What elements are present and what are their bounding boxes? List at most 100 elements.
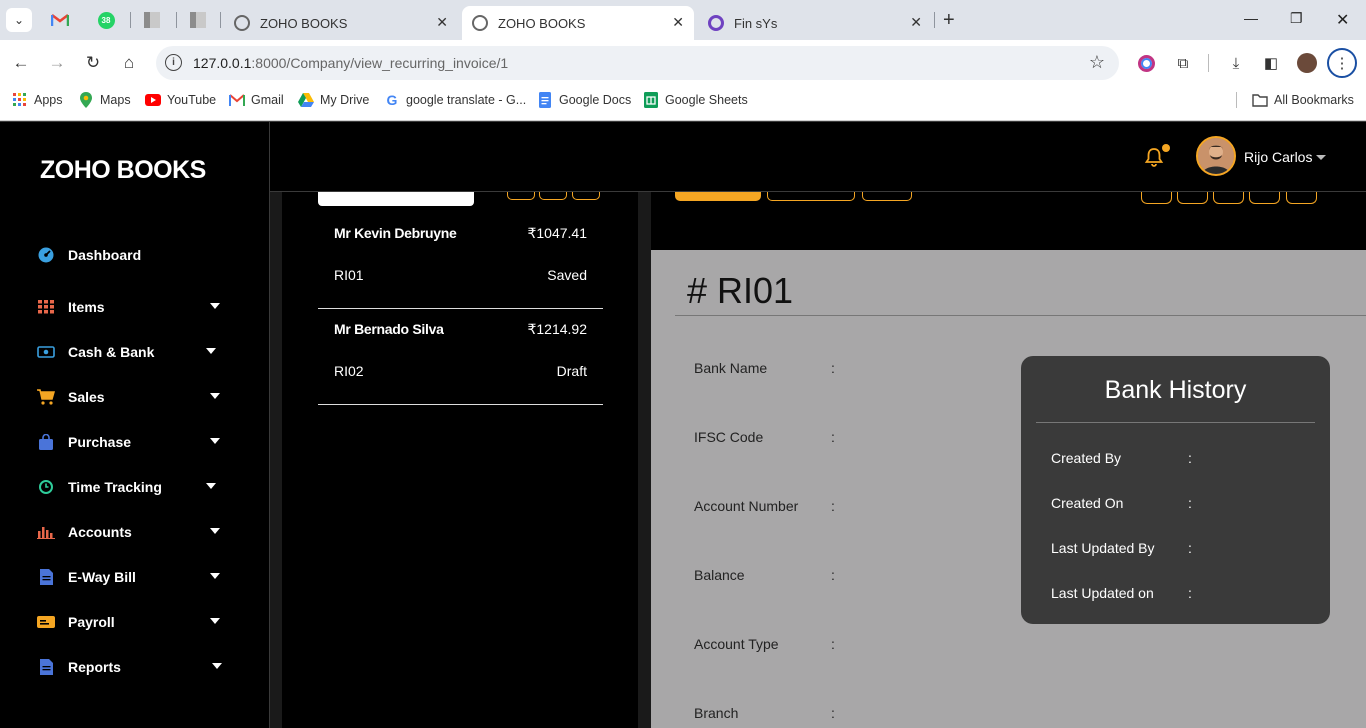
history-label-created-on: Created On: [1051, 495, 1124, 511]
docs-icon: [537, 92, 553, 108]
list-action-button-1[interactable]: [507, 192, 535, 200]
side-panel-icon[interactable]: ◧: [1260, 52, 1282, 74]
restore-icon[interactable]: ❐: [1290, 10, 1303, 27]
chevron-down-icon: [210, 393, 220, 399]
list-action-button-3[interactable]: [572, 192, 600, 200]
report-icon: [36, 657, 56, 677]
sidebar-item-dashboard[interactable]: Dashboard: [36, 240, 226, 270]
close-window-icon[interactable]: ✕: [1336, 10, 1349, 30]
bookmark-star-icon[interactable]: ☆: [1089, 52, 1105, 73]
page-icon: [190, 12, 206, 28]
browser-menu-icon[interactable]: ⋮: [1327, 48, 1357, 78]
sidebar-item-payroll[interactable]: Payroll: [36, 607, 226, 637]
sidebar-item-sales[interactable]: Sales: [36, 382, 226, 412]
sidebar-item-reports[interactable]: Reports: [36, 652, 226, 682]
detail-toolbar: [651, 192, 1342, 250]
field-label-bank-name: Bank Name: [694, 360, 768, 376]
bookmark-maps[interactable]: Maps: [78, 92, 131, 108]
apps-grid-icon: [12, 92, 28, 108]
bookmark-google-sheets[interactable]: Google Sheets: [643, 92, 748, 108]
bookmark-my-drive[interactable]: My Drive: [298, 92, 369, 108]
tab-zoho-books-1[interactable]: ZOHO BOOKS ✕: [224, 6, 458, 40]
bookmark-google-docs[interactable]: Google Docs: [537, 92, 631, 108]
column-gutter: [270, 192, 282, 728]
sidebar-item-eway-bill[interactable]: E-Way Bill: [36, 562, 226, 592]
sidebar-item-items[interactable]: Items: [36, 292, 226, 322]
bookmark-gmail[interactable]: Gmail: [229, 92, 284, 108]
profile-avatar-icon[interactable]: [1296, 52, 1318, 74]
pinned-tab-3[interactable]: [142, 10, 162, 30]
invoice-amount: ₹1047.41: [527, 225, 587, 241]
status-badge: Draft: [556, 363, 587, 379]
close-tab-icon[interactable]: ✕: [910, 14, 922, 31]
bookmark-google-translate[interactable]: G google translate - G...: [384, 92, 527, 108]
whatsapp-icon: 38: [97, 11, 115, 29]
cart-icon: [36, 387, 56, 407]
home-icon[interactable]: ⌂: [116, 50, 142, 76]
browser-toolbar: ← → ↻ ⌂ i 127.0.0.1:8000/Company/view_re…: [0, 40, 1366, 86]
print-icon-button[interactable]: [1286, 192, 1317, 204]
maps-pin-icon: [78, 92, 94, 108]
field-colon: :: [831, 636, 835, 652]
page-title: # RI01: [687, 270, 794, 311]
delete-icon-button[interactable]: [1177, 192, 1208, 204]
forward-arrow-icon[interactable]: →: [44, 50, 70, 76]
site-info-icon[interactable]: i: [165, 54, 182, 71]
field-label-branch: Branch: [694, 705, 739, 721]
invoice-amount: ₹1214.92: [527, 321, 587, 337]
field-colon: :: [831, 567, 835, 583]
brand-logo[interactable]: ZOHO BOOKS: [40, 156, 206, 185]
bookmarks-bar: Apps Maps YouTube Gmail My Drive G googl…: [0, 86, 1366, 114]
url-text[interactable]: 127.0.0.1:8000/Company/view_recurring_in…: [193, 55, 508, 71]
youtube-icon: [145, 92, 161, 108]
list-item[interactable]: Mr Kevin Debruyne ₹1047.41 RI01 Saved: [318, 213, 603, 309]
sidebar-item-cash-bank[interactable]: Cash & Bank: [36, 337, 226, 367]
tertiary-action-button[interactable]: [862, 192, 912, 201]
bookmark-youtube[interactable]: YouTube: [145, 92, 216, 108]
tab-fin-sys[interactable]: Fin sYs ✕: [698, 6, 932, 40]
extensions-puzzle-icon[interactable]: ⧉: [1172, 52, 1194, 74]
secondary-action-button[interactable]: [767, 192, 855, 201]
bank-history-card: Bank History Created By : Created On : L…: [1021, 356, 1330, 624]
avatar[interactable]: [1196, 136, 1236, 176]
pinned-tab-4[interactable]: [188, 10, 208, 30]
field-label-account-type: Account Type: [694, 636, 779, 652]
tab-zoho-books-2[interactable]: ZOHO BOOKS ✕: [462, 6, 694, 40]
share-icon-button[interactable]: [1249, 192, 1280, 204]
close-tab-icon[interactable]: ✕: [672, 14, 684, 31]
download-icon[interactable]: ⤓: [1225, 52, 1247, 74]
search-input[interactable]: [318, 192, 474, 206]
primary-action-button[interactable]: [675, 192, 761, 201]
bookmark-label: google translate - G...: [406, 93, 527, 107]
reload-icon[interactable]: ↻: [80, 50, 106, 76]
list-item[interactable]: Mr Bernado Silva ₹1214.92 RI02 Draft: [318, 309, 603, 405]
list-action-button-2[interactable]: [539, 192, 567, 200]
tab-search-button[interactable]: ⌄: [6, 8, 32, 32]
app-header: Rijo Carlos: [270, 121, 1366, 192]
history-label-created-by: Created By: [1051, 450, 1122, 466]
sidebar-item-time-tracking[interactable]: Time Tracking: [36, 472, 226, 502]
sidebar-item-accounts[interactable]: Accounts: [36, 517, 226, 547]
sidebar-item-label: Purchase: [68, 434, 132, 450]
close-tab-icon[interactable]: ✕: [436, 14, 448, 31]
items-grid-icon: [36, 297, 56, 317]
user-name[interactable]: Rijo Carlos: [1244, 149, 1312, 165]
sidebar-item-purchase[interactable]: Purchase: [36, 427, 226, 457]
chevron-down-icon: [210, 438, 220, 444]
gmail-pinned-tab[interactable]: [50, 10, 70, 30]
new-tab-button[interactable]: +: [943, 9, 955, 32]
field-colon: :: [831, 360, 835, 376]
edit-icon-button[interactable]: [1141, 192, 1172, 204]
color-extension-icon[interactable]: [1135, 52, 1157, 74]
history-label-last-updated-on: Last Updated on: [1051, 585, 1154, 601]
minimize-icon[interactable]: —: [1244, 10, 1258, 26]
address-bar[interactable]: i 127.0.0.1:8000/Company/view_recurring_…: [156, 46, 1119, 80]
sidebar-item-label: Cash & Bank: [68, 344, 155, 360]
all-bookmarks[interactable]: All Bookmarks: [1252, 92, 1354, 108]
chevron-down-icon[interactable]: [1316, 155, 1326, 160]
history-icon-button[interactable]: [1213, 192, 1244, 204]
app-root: ZOHO BOOKS Dashboard Items Cash & Bank S…: [0, 121, 1366, 728]
bookmark-apps[interactable]: Apps: [12, 92, 63, 108]
back-arrow-icon[interactable]: ←: [8, 50, 34, 76]
whatsapp-pinned-tab[interactable]: 38: [96, 10, 116, 30]
